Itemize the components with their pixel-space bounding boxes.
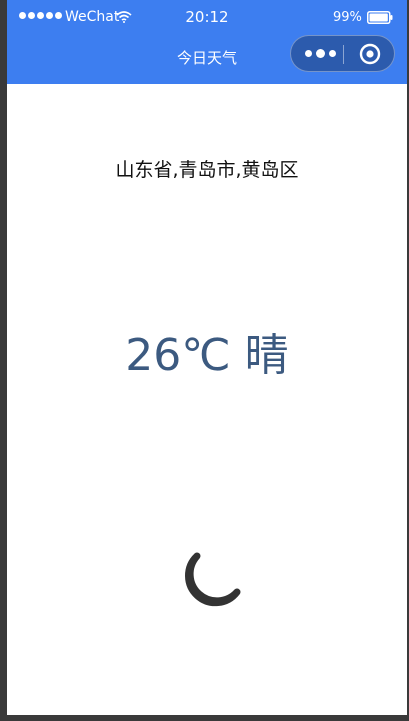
- capsule-divider: [343, 45, 344, 64]
- temperature-condition: 26℃ 晴: [125, 330, 289, 381]
- status-bar: WeChat 20:12 99%: [7, 0, 407, 36]
- mini-program-capsule: [290, 35, 395, 72]
- location-label: 山东省,青岛市,黄岛区: [115, 159, 299, 181]
- close-mini-program-icon[interactable]: [359, 43, 381, 65]
- more-button[interactable]: [305, 49, 336, 58]
- top-bar: WeChat 20:12 99% 今日天气: [7, 0, 407, 84]
- crescent-moon-icon: [185, 552, 241, 607]
- battery-icon: [367, 11, 393, 24]
- more-dot: [329, 50, 336, 57]
- more-dot: [305, 50, 312, 57]
- battery-percent: 99%: [333, 10, 362, 25]
- more-dot: [316, 49, 325, 58]
- phone-screen: WeChat 20:12 99% 今日天气 山东省,青岛市,黄岛区 26℃ 晴: [7, 0, 407, 715]
